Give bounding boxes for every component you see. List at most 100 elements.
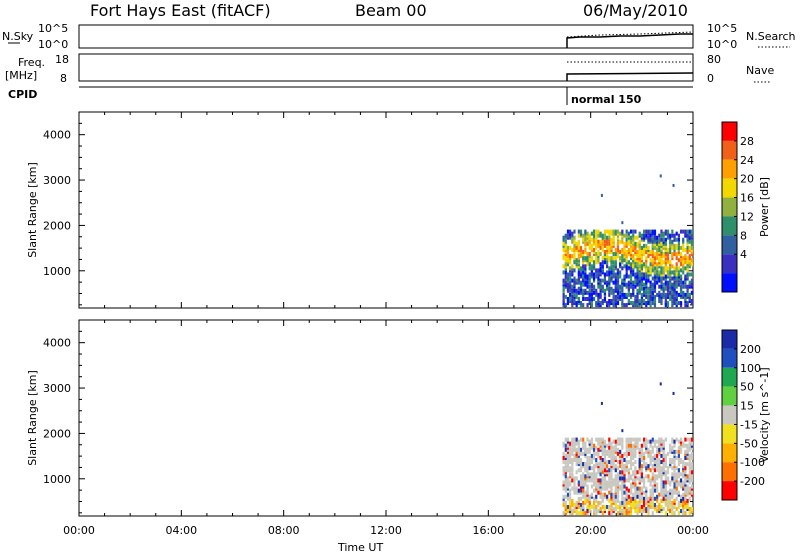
data-cell: [629, 247, 633, 252]
data-cell: [597, 233, 600, 238]
data-cell: [653, 294, 657, 299]
data-cell: [603, 229, 607, 234]
data-cells: [562, 382, 694, 516]
data-cell: [651, 276, 654, 281]
data-cell: [669, 458, 672, 463]
data-cell: [682, 441, 685, 446]
data-cell: [658, 462, 661, 467]
data-cell: [577, 229, 580, 234]
data-cell: [675, 490, 678, 495]
data-cell: [690, 437, 694, 442]
data-cell: [642, 441, 646, 446]
data-cell: [571, 498, 574, 503]
data-cell: [677, 282, 680, 287]
data-cell: [660, 460, 663, 465]
data-cell: [601, 437, 604, 442]
data-cell: [582, 282, 585, 287]
data-cell: [671, 472, 674, 477]
data-cell: [673, 443, 676, 448]
data-cell: [662, 292, 665, 297]
data-cell: [671, 476, 674, 481]
data-cell: [649, 284, 652, 289]
data-cell: [564, 447, 567, 452]
data-cell: [569, 500, 572, 505]
data-cell: [656, 462, 659, 467]
data-cell: [669, 266, 672, 271]
data-cell: [634, 494, 637, 499]
data-cell: [629, 284, 633, 289]
data-cell: [619, 470, 622, 475]
data-cell: [584, 288, 587, 293]
data-cell: [660, 466, 663, 471]
data-cell: [606, 229, 609, 234]
data-cell: [573, 476, 576, 481]
data-cell: [566, 254, 570, 259]
x-tick-label: 08:00: [268, 524, 300, 537]
data-cell: [608, 286, 611, 291]
data-cell: [686, 250, 689, 255]
data-cell: [645, 486, 648, 491]
data-cell: [616, 511, 620, 516]
data-cell: [599, 494, 602, 499]
data-cell: [671, 229, 674, 234]
data-cell: [586, 303, 589, 308]
data-cell: [642, 496, 646, 501]
data-cell: [642, 252, 646, 257]
data-cell: [582, 511, 585, 516]
data-cell: [616, 247, 620, 252]
data-cell: [690, 470, 694, 475]
data-cell: [582, 482, 585, 487]
data-cell: [632, 254, 635, 259]
data-cell: [660, 292, 663, 297]
data-cell: [645, 278, 648, 283]
data-cell: [603, 492, 607, 497]
data-cell: [571, 231, 574, 236]
data-cell: [586, 284, 589, 289]
colorbar-segment: [722, 178, 737, 198]
data-cell: [634, 437, 637, 442]
data-cell: [629, 274, 633, 279]
data-cell: [566, 437, 570, 442]
data-cell: [566, 250, 570, 255]
data-cell: [606, 443, 609, 448]
data-cell: [601, 486, 604, 491]
data-cell: [629, 462, 633, 467]
data-cell: [658, 502, 661, 507]
data-cell: [688, 441, 691, 446]
data-cell: [621, 484, 624, 489]
data-cell: [569, 245, 572, 250]
data-cell: [677, 480, 680, 485]
colorbar-segment: [722, 254, 737, 274]
data-cell: [690, 490, 694, 495]
data-cell: [599, 231, 602, 236]
data-cell: [675, 272, 678, 277]
data-cell: [638, 276, 641, 281]
data-cell: [603, 468, 607, 473]
data-cell: [664, 476, 667, 481]
data-cell: [569, 466, 572, 471]
data-cell: [571, 458, 574, 463]
data-cell: [653, 235, 657, 240]
data-cell: [610, 270, 613, 275]
data-cell: [582, 270, 585, 275]
data-cell: [595, 437, 598, 442]
data-cell: [610, 484, 613, 489]
data-cell: [577, 445, 580, 450]
data-cell: [608, 445, 611, 450]
data-cell: [684, 247, 687, 252]
data-cell: [677, 266, 680, 271]
data-cell: [666, 229, 670, 234]
data-cell: [597, 447, 600, 452]
data-cell: [579, 474, 583, 479]
data-cell: [588, 288, 591, 293]
data-cell: [690, 299, 694, 304]
data-cell: [675, 496, 678, 501]
data-cell: [595, 256, 598, 261]
data-cell: [686, 504, 689, 509]
data-cell: [634, 235, 637, 240]
data-cell: [642, 290, 646, 295]
data-cell: [662, 480, 665, 485]
data-cell: [623, 484, 626, 489]
data-cell: [647, 474, 650, 479]
x-tick-label: 16:00: [472, 524, 504, 537]
